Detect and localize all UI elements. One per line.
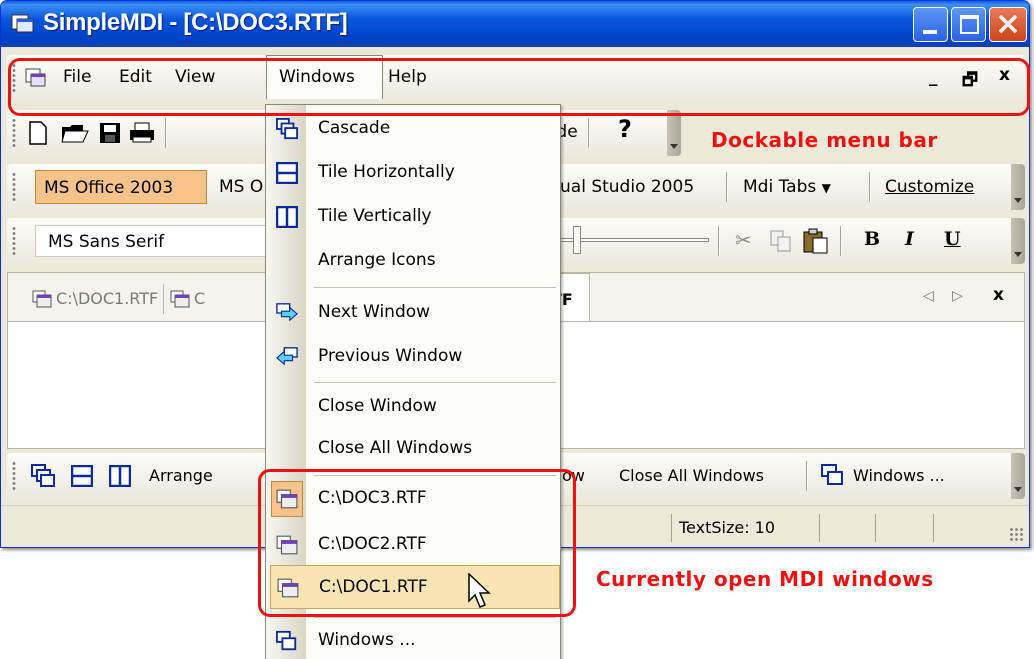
minimize-button[interactable] [913,7,948,42]
resize-grip-icon[interactable] [1009,527,1025,543]
menu-item-label: Previous Window [318,346,463,366]
close-all-windows-button[interactable]: Close All Windows [619,466,764,485]
windows-dialog-icon[interactable] [821,464,845,486]
new-document-icon[interactable] [29,121,47,145]
customize-label: Customize [885,177,975,197]
menu-item-label: Close All Windows [318,438,473,458]
maximize-button[interactable] [951,7,986,42]
previous-window-icon [276,347,298,366]
windows-dialog-button[interactable]: Windows ... [853,466,945,485]
font-name-value: MS Sans Serif [48,232,165,252]
close-button[interactable] [989,7,1027,42]
cascade-icon[interactable] [31,464,55,488]
customize-button[interactable]: Customize [885,177,974,197]
mdi-tabs-button[interactable]: Mdi Tabs ▼ [743,177,831,197]
cascade-icon [276,118,298,140]
underline-button[interactable]: U [944,228,961,250]
save-icon[interactable] [99,122,121,144]
menu-item-label: Cascade [318,118,391,138]
style-toolbar-grip[interactable] [12,172,16,202]
tab-close-icon[interactable]: x [993,285,1004,305]
next-window-icon [276,303,298,322]
tab-scroll-right-icon[interactable]: ▷ [952,288,963,304]
format-toolbar-overflow-button[interactable] [1011,218,1025,264]
open-folder-icon[interactable] [61,122,89,144]
toolbar-overflow-button[interactable] [667,110,681,156]
chevron-down-icon: ▼ [821,181,831,195]
mdi-windows-note: Currently open MDI windows [596,567,934,591]
menu-item-label: Next Window [318,302,431,322]
document-icon [32,290,52,308]
arrange-icons-button[interactable]: Arrange [149,466,213,485]
slider-thumb[interactable] [573,226,581,254]
standard-toolbar-grip[interactable] [12,118,16,148]
menu-bar-note: Dockable menu bar [711,128,938,152]
tab-doc1[interactable]: C:\DOC1.RTF [56,289,158,308]
menu-item-tile-horizontally[interactable]: Tile Horizontally [266,151,560,195]
menu-item-arrange-icons[interactable]: Arrange Icons [266,239,560,283]
menu-item-close-window[interactable]: Close Window [266,385,560,429]
menu-item-label: Windows ... [318,630,416,650]
windows-toolbar-grip[interactable] [12,461,16,491]
office-2003-label: MS Office 2003 [44,178,174,198]
tile-horizontal-icon [276,162,298,184]
style-toolbar-overflow-button[interactable] [1011,164,1025,210]
menu-item-label: Tile Vertically [318,206,432,226]
office-xp-style-button[interactable]: MS O [219,177,263,197]
status-text-size: TextSize: 10 [679,518,776,537]
visual-studio-style-button[interactable]: ual Studio 2005 [560,177,694,197]
menu-item-tile-vertically[interactable]: Tile Vertically [266,195,560,239]
tile-horizontal-icon[interactable] [71,465,93,487]
format-toolbar-grip[interactable] [12,226,16,256]
help-icon[interactable]: ? [618,115,632,143]
menu-item-label: Tile Horizontally [318,162,455,182]
menu-item-label: Arrange Icons [318,250,436,270]
bold-button[interactable]: B [864,228,880,250]
close-icon [998,14,1018,34]
tab-doc2[interactable]: C [194,289,205,308]
tab-scroll-left-icon[interactable]: ◁ [923,288,934,304]
app-icon [11,14,34,33]
print-icon[interactable] [129,122,155,144]
menu-bar-callout [8,58,1030,116]
menu-item-close-all-windows[interactable]: Close All Windows [266,427,560,471]
minimize-icon [923,30,937,34]
maximize-icon [960,15,979,34]
menu-item-next-window[interactable]: Next Window [266,291,560,335]
font-name-combo[interactable]: MS Sans Serif [35,225,275,257]
italic-button[interactable]: I [905,228,914,250]
title-bar[interactable]: SimpleMDI - [C:\DOC3.RTF] [1,1,1029,47]
tile-vertical-icon [276,206,298,228]
tile-vertical-icon[interactable] [109,465,131,487]
menu-item-windows-dialog[interactable]: Windows ... [266,619,560,659]
font-size-slider[interactable] [559,238,709,242]
copy-icon[interactable] [770,230,792,252]
mdi-tabs-label: Mdi Tabs [743,177,817,197]
menu-item-previous-window[interactable]: Previous Window [266,335,560,379]
office-2003-style-button[interactable]: MS Office 2003 [35,170,207,204]
windows-toolbar-overflow-button[interactable] [1011,453,1025,499]
document-icon [170,290,190,308]
paste-icon[interactable] [803,228,829,254]
windows-dialog-icon [276,630,297,651]
mdi-windows-callout [258,469,576,617]
menu-item-label: Close Window [318,396,437,416]
cut-icon[interactable]: ✂ [735,228,752,252]
window-title: SimpleMDI - [C:\DOC3.RTF] [43,9,348,36]
